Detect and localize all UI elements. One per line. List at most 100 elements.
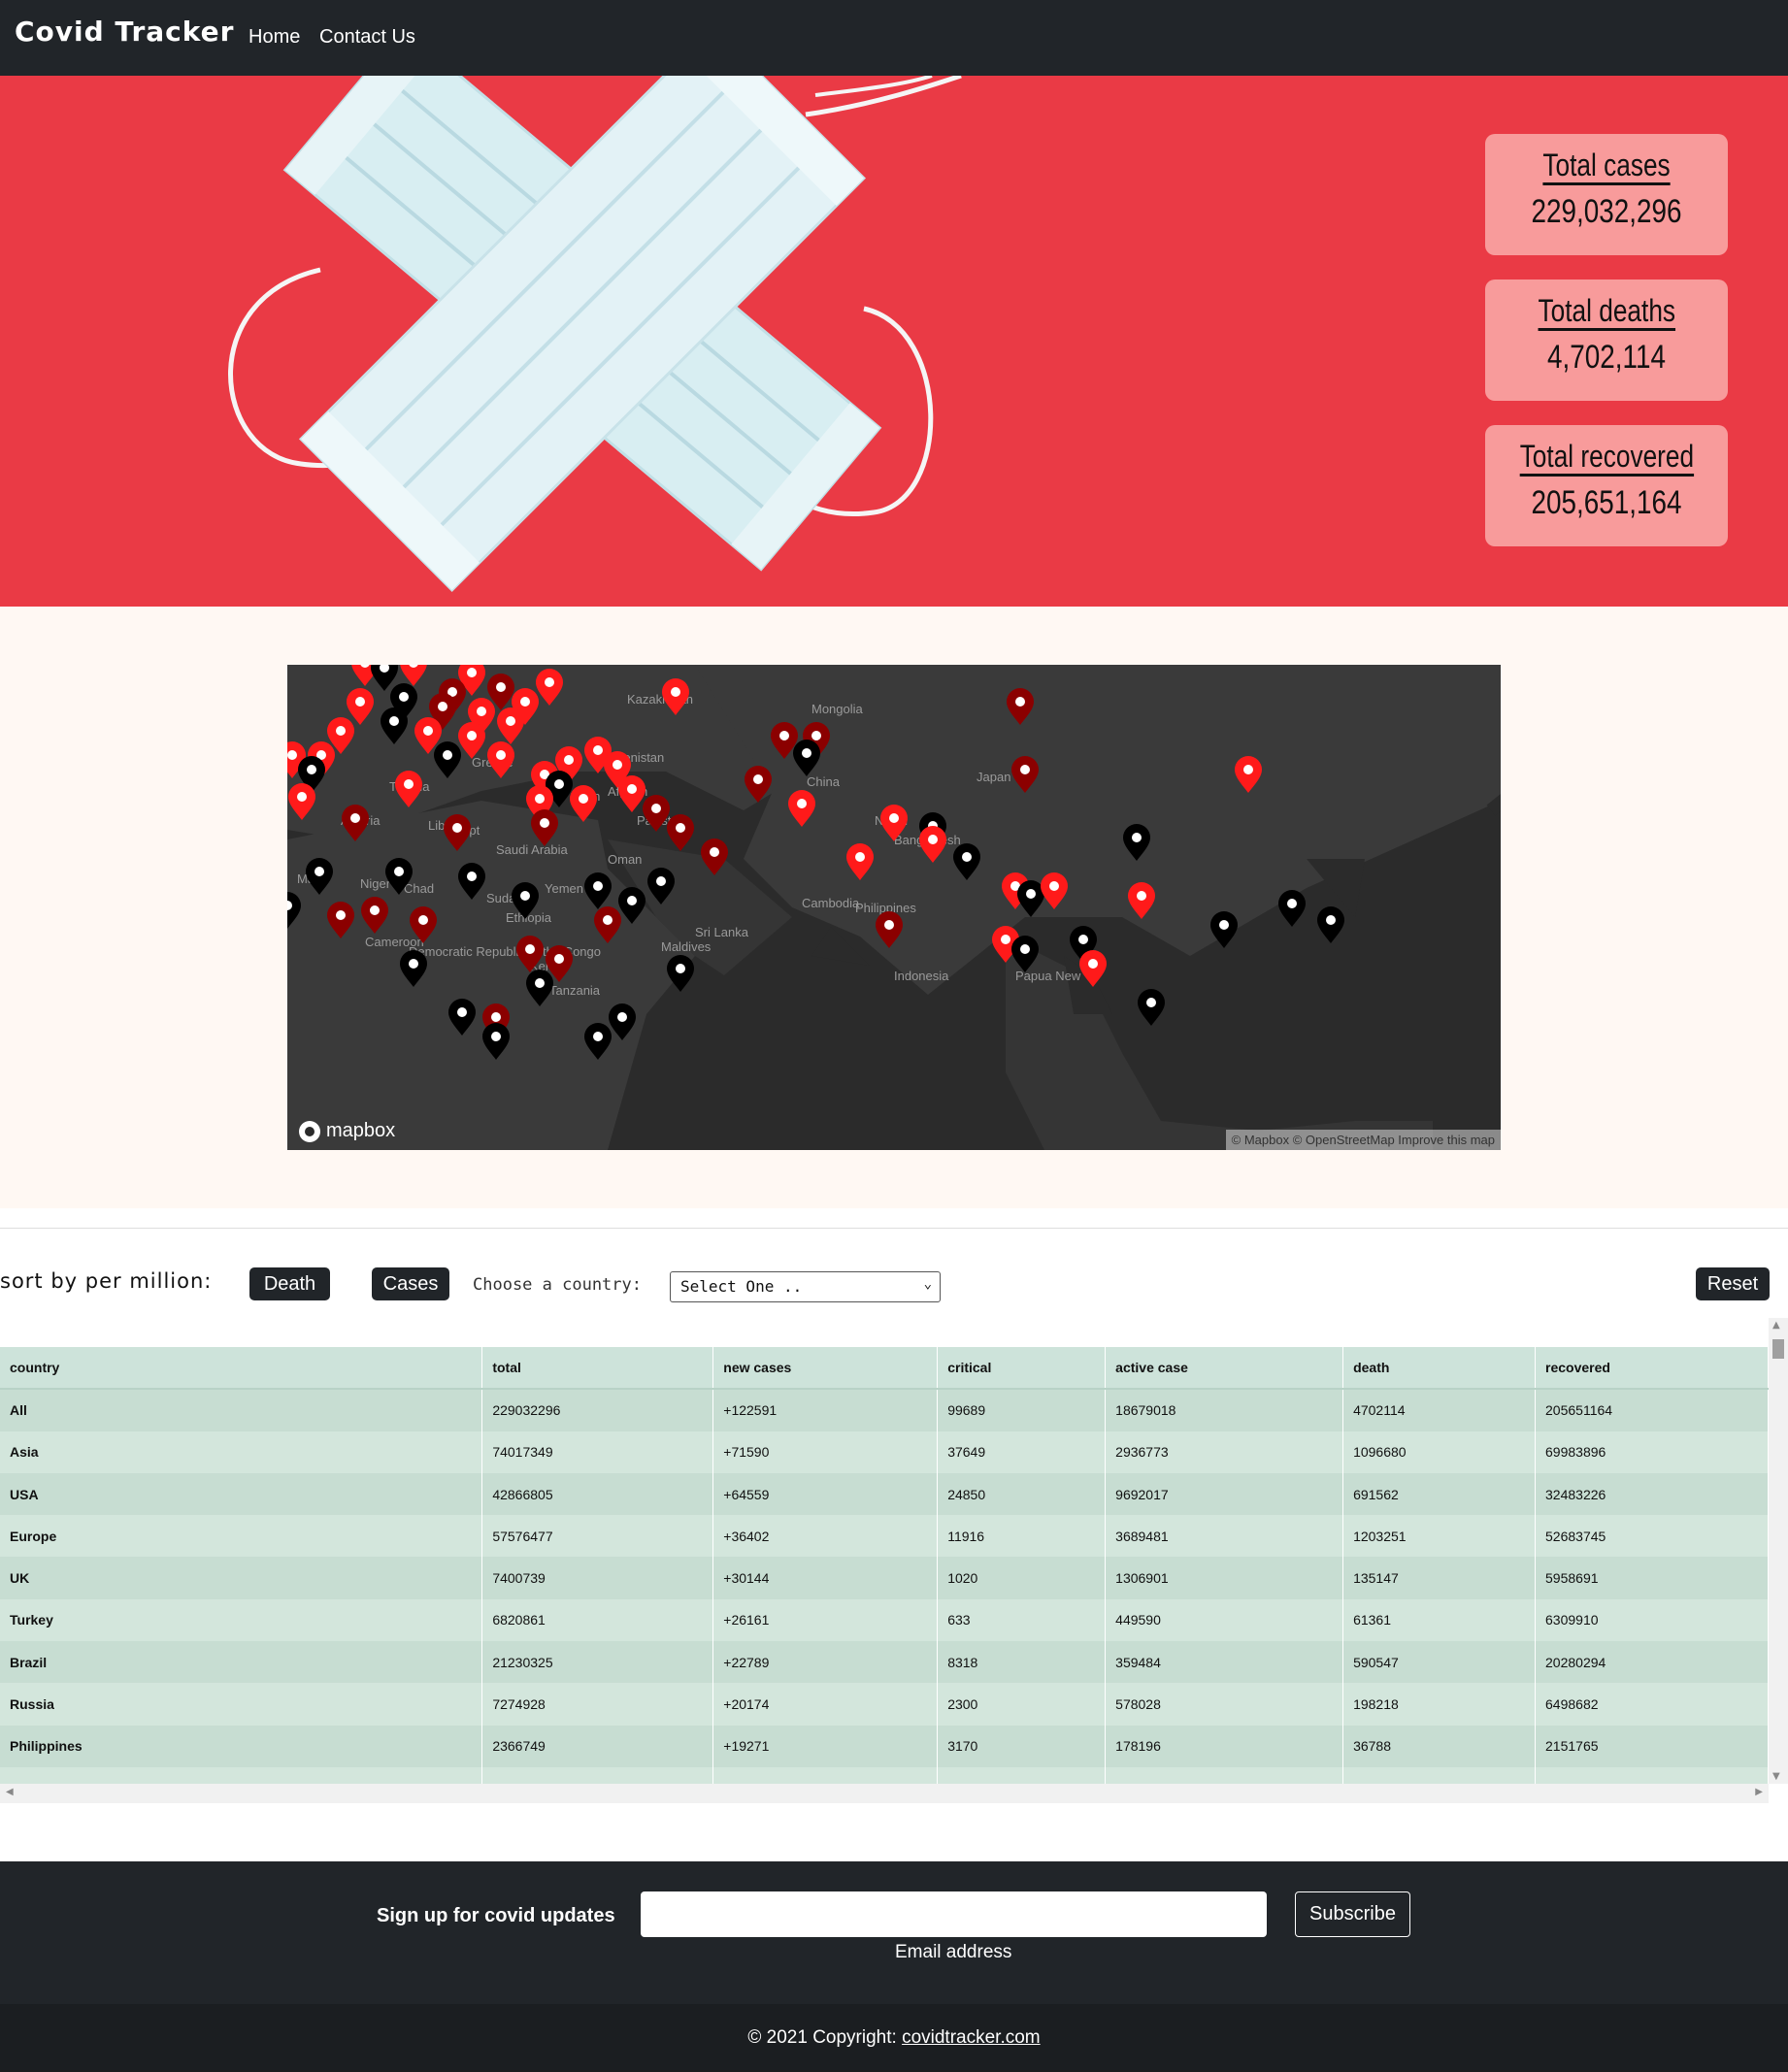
total-deaths-title: Total deaths xyxy=(1538,293,1675,328)
map-label: Maldives xyxy=(661,939,712,954)
map-label: China xyxy=(807,774,841,789)
cell-active-case: 578028 xyxy=(1105,1683,1344,1726)
total-recovered-title: Total recovered xyxy=(1519,439,1694,474)
signup-label: Sign up for covid updates xyxy=(377,1905,615,1926)
vertical-scrollbar[interactable]: ▲ ▼ xyxy=(1769,1318,1788,1784)
table-row: Turkey 6820861 +26161 633 449590 61361 6309910 xyxy=(0,1598,1769,1642)
table-row: All 229032296 +122591 99689 18679018 4702114 2… xyxy=(0,1389,1769,1431)
stats-table-container[interactable]: country total new cases critical active … xyxy=(0,1318,1788,1803)
table-row: Brazil 21230325 +22789 8318 359484 590547 2028… xyxy=(0,1641,1769,1684)
map-label: Cameroon xyxy=(365,935,424,949)
map-marker-pin[interactable] xyxy=(1138,989,1165,1026)
column-header-recovered[interactable]: recovered xyxy=(1535,1347,1769,1391)
cell-death: 61361 xyxy=(1342,1598,1537,1642)
copyright-text: © 2021 Copyright: xyxy=(747,2027,903,2048)
map-marker-pin[interactable] xyxy=(1278,890,1306,927)
cell-total: 74017349 xyxy=(481,1431,714,1473)
map-marker-pin[interactable] xyxy=(618,775,646,812)
column-header-country[interactable]: country xyxy=(0,1347,483,1391)
brand-logo[interactable]: Covid Tracker xyxy=(15,16,234,48)
scroll-right-icon[interactable]: ▶ xyxy=(1755,1787,1763,1797)
map-label: Mongolia xyxy=(811,702,864,716)
map-label: Oman xyxy=(608,852,642,867)
section-divider xyxy=(0,1228,1788,1229)
cell-critical: 37649 xyxy=(937,1431,1107,1473)
cell-country: UK xyxy=(0,1557,483,1599)
cell-recovered: 5958691 xyxy=(1535,1557,1769,1599)
map-marker-pin[interactable] xyxy=(1210,911,1238,948)
subscribe-button[interactable]: Subscribe xyxy=(1295,1891,1410,1937)
map-label: Tanzania xyxy=(549,983,601,998)
cell-country: Brazil xyxy=(0,1641,483,1684)
map-canvas[interactable]: KazakhstanMongoliaTurkmenistanAfghanPaki… xyxy=(287,665,1501,1150)
mapbox-icon xyxy=(299,1120,320,1142)
map-label: Cambodia xyxy=(802,896,860,910)
column-header-active-case[interactable]: active case xyxy=(1105,1347,1344,1391)
cell-active-case: 2936773 xyxy=(1105,1431,1344,1473)
map-label: Indonesia xyxy=(894,969,949,983)
cell-total: 57576477 xyxy=(481,1515,714,1558)
email-input[interactable] xyxy=(641,1891,1267,1937)
world-map[interactable]: KazakhstanMongoliaTurkmenistanAfghanPaki… xyxy=(287,665,1501,1150)
column-header-death[interactable]: death xyxy=(1342,1347,1537,1391)
cell-recovered: 69983896 xyxy=(1535,1431,1769,1473)
horizontal-scrollbar[interactable]: ◀ ▶ xyxy=(0,1784,1769,1803)
column-header-new-cases[interactable]: new cases xyxy=(712,1347,939,1391)
map-marker-pin[interactable] xyxy=(1317,906,1344,943)
table-row: Philippines 2366749 +19271 3170 178196 36788 2… xyxy=(0,1725,1769,1767)
scrollbar-thumb[interactable] xyxy=(1772,1339,1784,1359)
map-label: Saudi Arabia xyxy=(496,842,568,857)
cell-new-cases: +22789 xyxy=(712,1641,939,1684)
cell-total: 2366749 xyxy=(481,1725,714,1767)
copyright-link[interactable]: covidtracker.com xyxy=(902,2027,1041,2048)
cell-death: 691562 xyxy=(1342,1472,1537,1516)
cell-new-cases: +26161 xyxy=(712,1598,939,1642)
cell-critical: 99689 xyxy=(937,1389,1107,1431)
nav-link-home[interactable]: Home xyxy=(248,26,300,49)
mapbox-logo[interactable]: mapbox xyxy=(299,1120,395,1142)
mapbox-logo-text: mapbox xyxy=(326,1120,396,1141)
map-label: Chad xyxy=(404,881,434,896)
column-header-total[interactable]: total xyxy=(481,1347,714,1391)
cell-death: 1096680 xyxy=(1342,1431,1537,1473)
cell-recovered: 205651164 xyxy=(1535,1389,1769,1431)
cell-new-cases: +20174 xyxy=(712,1683,939,1726)
cell-country: Asia xyxy=(0,1431,483,1473)
stats-table: country total new cases critical active … xyxy=(0,1347,1769,1803)
scroll-up-icon[interactable]: ▲ xyxy=(1772,1320,1780,1331)
sort-death-button[interactable]: Death xyxy=(249,1267,330,1300)
cell-recovered: 6309910 xyxy=(1535,1598,1769,1642)
cell-critical: 3170 xyxy=(937,1725,1107,1767)
map-marker-pin[interactable] xyxy=(667,955,694,992)
scroll-left-icon[interactable]: ◀ xyxy=(6,1787,14,1797)
scroll-down-icon[interactable]: ▼ xyxy=(1772,1771,1780,1782)
reset-button[interactable]: Reset xyxy=(1696,1267,1770,1300)
map-attribution[interactable]: © Mapbox © OpenStreetMap Improve this ma… xyxy=(1225,1130,1501,1150)
cell-country: Europe xyxy=(0,1515,483,1558)
cell-active-case: 359484 xyxy=(1105,1641,1344,1684)
chevron-down-icon: ⌄ xyxy=(923,1276,932,1292)
column-header-critical[interactable]: critical xyxy=(937,1347,1107,1391)
cell-critical: 11916 xyxy=(937,1515,1107,1558)
sort-cases-button[interactable]: Cases xyxy=(372,1267,449,1300)
map-marker-pin[interactable] xyxy=(667,814,694,851)
cell-total: 6820861 xyxy=(481,1598,714,1642)
sort-by-label: sort by per million: xyxy=(0,1269,213,1293)
total-cases-value: 229,032,296 xyxy=(1531,193,1682,230)
cell-country: Turkey xyxy=(0,1598,483,1642)
table-header-row: country total new cases critical active … xyxy=(0,1347,1769,1391)
nav-link-contact-us[interactable]: Contact Us xyxy=(319,26,415,49)
table-row: UK 7400739 +30144 1020 1306901 135147 5958691 xyxy=(0,1557,1769,1599)
cell-recovered: 52683745 xyxy=(1535,1515,1769,1558)
cell-active-case: 3689481 xyxy=(1105,1515,1344,1558)
cell-death: 590547 xyxy=(1342,1641,1537,1684)
cell-active-case: 9692017 xyxy=(1105,1472,1344,1516)
choose-country-label: Choose a country: xyxy=(473,1275,642,1295)
table-row: Europe 57576477 +36402 11916 3689481 1203251 5… xyxy=(0,1515,1769,1558)
cell-total: 42866805 xyxy=(481,1472,714,1516)
country-select[interactable]: Select One .. ⌄ xyxy=(670,1271,941,1302)
cell-death: 1203251 xyxy=(1342,1515,1537,1558)
cell-critical: 2300 xyxy=(937,1683,1107,1726)
cell-critical: 1020 xyxy=(937,1557,1107,1599)
copyright-bar: © 2021 Copyright: covidtracker.com xyxy=(0,2004,1788,2072)
